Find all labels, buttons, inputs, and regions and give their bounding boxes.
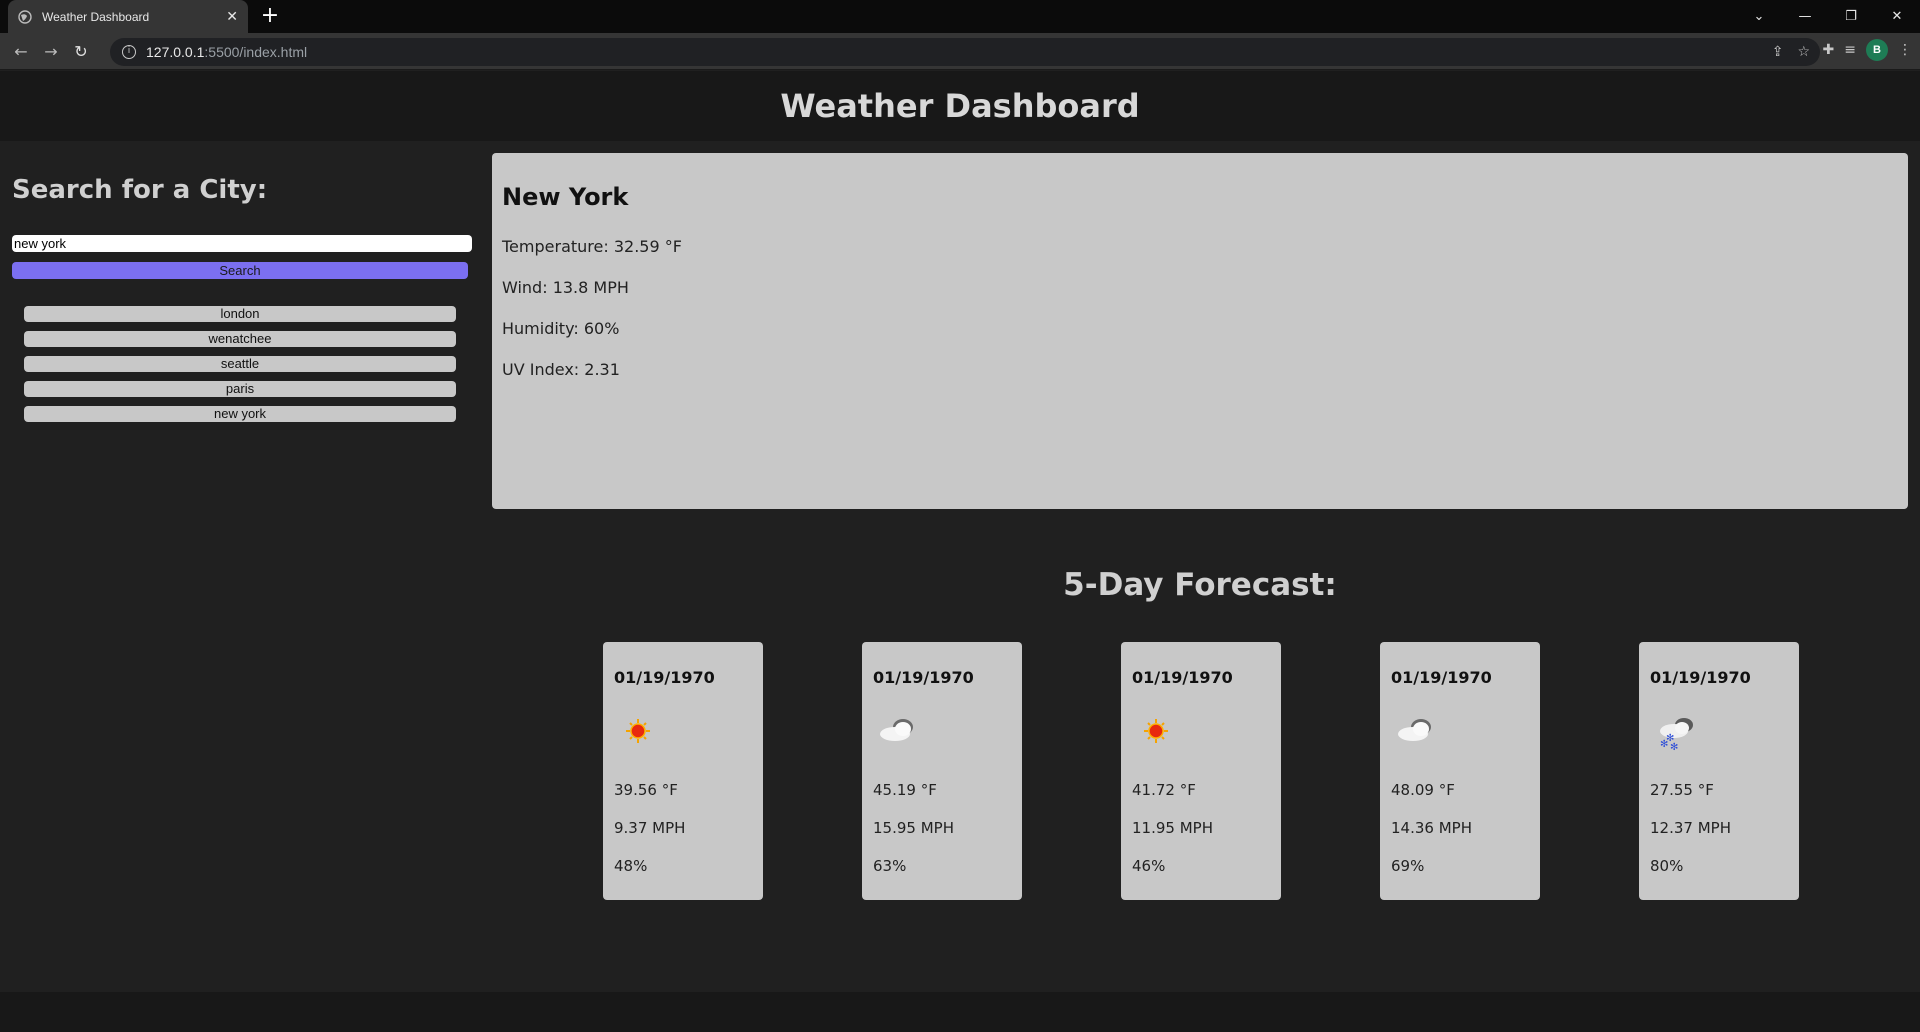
city-search-input[interactable] <box>12 235 472 252</box>
forecast-humidity: 48% <box>614 857 648 875</box>
history-button[interactable]: new york <box>24 406 456 422</box>
forecast-date: 01/19/1970 <box>1132 668 1233 687</box>
page-title: Weather Dashboard <box>780 87 1140 125</box>
forecast-humidity: 46% <box>1132 857 1166 875</box>
forecast-card: 01/19/1970 45.19 °F 15.95 MPH 63% <box>862 642 1022 900</box>
reload-icon[interactable]: ↻ <box>66 36 96 66</box>
search-heading: Search for a City: <box>12 175 268 205</box>
url-path: :5500/index.html <box>204 44 308 60</box>
tab-search-icon[interactable]: ⌄ <box>1736 0 1782 33</box>
tab-title: Weather Dashboard <box>42 9 150 24</box>
forecast-temp: 39.56 °F <box>614 781 678 799</box>
history-button[interactable]: seattle <box>24 356 456 372</box>
bookmark-star-icon[interactable]: ☆ <box>1797 44 1810 60</box>
current-temperature: Temperature: 32.59 °F <box>502 237 682 256</box>
forecast-card: 01/19/1970 41.72 °F 11.95 MPH 46% <box>1121 642 1281 900</box>
forecast-wind: 14.36 MPH <box>1391 819 1472 837</box>
search-button[interactable]: Search <box>12 262 468 279</box>
share-icon[interactable]: ⇪ <box>1772 44 1784 60</box>
forecast-temp: 27.55 °F <box>1650 781 1714 799</box>
current-humidity: Humidity: 60% <box>502 319 620 338</box>
forecast-wind: 12.37 MPH <box>1650 819 1731 837</box>
forecast-title: 5-Day Forecast: <box>1063 567 1337 603</box>
forecast-temp: 45.19 °F <box>873 781 937 799</box>
search-sidebar: Search for a City: Search london wenatch… <box>0 141 482 422</box>
forecast-date: 01/19/1970 <box>1650 668 1751 687</box>
page-footer <box>0 992 1920 1032</box>
cloud-icon <box>1398 719 1431 741</box>
forecast-humidity: 69% <box>1391 857 1425 875</box>
sun-icon <box>626 719 650 743</box>
window-controls: ⌄ — ❐ ✕ <box>1736 0 1920 33</box>
minimize-icon[interactable]: — <box>1782 0 1828 33</box>
current-weather-panel: New York Temperature: 32.59 °F Wind: 13.… <box>492 153 1908 509</box>
forecast-humidity: 63% <box>873 857 907 875</box>
forecast-date: 01/19/1970 <box>873 668 974 687</box>
url-host: 127.0.0.1 <box>146 44 205 60</box>
back-icon[interactable]: ← <box>6 36 36 66</box>
site-info-icon[interactable]: i <box>122 45 136 59</box>
menu-kebab-icon[interactable]: ⋮ <box>1898 42 1912 58</box>
restore-icon[interactable]: ❐ <box>1828 0 1874 33</box>
profile-avatar[interactable]: B <box>1866 39 1888 61</box>
forecast-wind: 11.95 MPH <box>1132 819 1213 837</box>
cloud-icon <box>880 719 913 741</box>
forecast-humidity: 80% <box>1650 857 1684 875</box>
page-header: Weather Dashboard <box>0 71 1920 141</box>
browser-tab-bar: Weather Dashboard ✕ + ⌄ — ❐ ✕ <box>0 0 1920 33</box>
forecast-wind: 15.95 MPH <box>873 819 954 837</box>
forecast-card: 01/19/1970 39.56 °F 9.37 MPH 48% <box>603 642 763 900</box>
forecast-wind: 9.37 MPH <box>614 819 686 837</box>
close-tab-icon[interactable]: ✕ <box>226 9 238 25</box>
current-uv-index: UV Index: 2.31 <box>502 360 620 379</box>
svg-text:✻: ✻ <box>1666 733 1674 744</box>
sun-icon <box>1144 719 1168 743</box>
close-window-icon[interactable]: ✕ <box>1874 0 1920 33</box>
history-button[interactable]: wenatchee <box>24 331 456 347</box>
browser-tab[interactable]: Weather Dashboard ✕ <box>8 0 248 33</box>
history-button[interactable]: paris <box>24 381 456 397</box>
forecast-card: 01/19/1970 ✻ ✻ ✻ 27.55 °F 12.37 MPH 80% <box>1639 642 1799 900</box>
page: Weather Dashboard Search for a City: Sea… <box>0 71 1920 1032</box>
forecast-date: 01/19/1970 <box>614 668 715 687</box>
forecast-temp: 48.09 °F <box>1391 781 1455 799</box>
history-button[interactable]: london <box>24 306 456 322</box>
forecast-card: 01/19/1970 48.09 °F 14.36 MPH 69% <box>1380 642 1540 900</box>
search-history-list: london wenatchee seattle paris new york <box>24 306 456 431</box>
globe-icon <box>18 9 32 24</box>
forward-icon[interactable]: → <box>36 36 66 66</box>
snow-cloud-icon: ✻ ✻✻ <box>1660 718 1693 753</box>
current-wind: Wind: 13.8 MPH <box>502 278 629 297</box>
new-tab-button[interactable]: + <box>258 4 282 28</box>
extensions-area: ✚ ≡ B ⋮ <box>1823 39 1912 61</box>
forecast-date: 01/19/1970 <box>1391 668 1492 687</box>
extensions-puzzle-icon[interactable]: ✚ <box>1823 42 1835 58</box>
reading-list-icon[interactable]: ≡ <box>1844 42 1856 58</box>
current-city-name: New York <box>502 183 629 211</box>
browser-toolbar: ← → ↻ i 127.0.0.1:5500/index.html ⇪ ☆ ✚ … <box>0 33 1920 70</box>
forecast-temp: 41.72 °F <box>1132 781 1196 799</box>
address-bar[interactable]: i 127.0.0.1:5500/index.html ⇪ ☆ <box>110 38 1820 66</box>
